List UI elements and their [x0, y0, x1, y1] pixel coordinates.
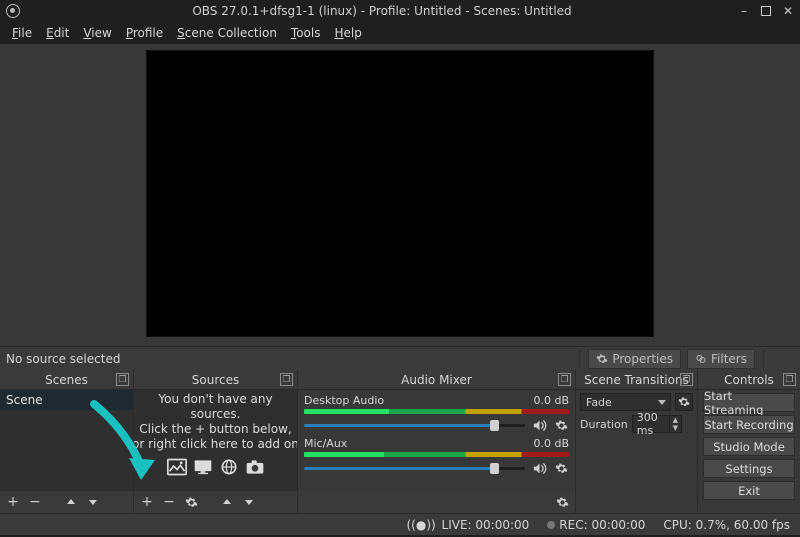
- duration-label: Duration: [580, 418, 628, 431]
- menubar: File Edit View Profile Scene Collection …: [0, 22, 800, 44]
- status-rec: REC: 00:00:00: [547, 518, 645, 532]
- level-meter: [304, 409, 569, 414]
- gear-icon: [596, 353, 608, 365]
- duration-down-button[interactable]: ▼: [670, 424, 681, 432]
- statusbar: ((●)) LIVE: 00:00:00 REC: 00:00:00 CPU: …: [0, 513, 800, 535]
- sources-title: Sources: [192, 373, 239, 387]
- menu-scene-collection[interactable]: Scene Collection: [173, 24, 281, 42]
- sources-panel: Sources ❐ You don't have any sources. Cl…: [134, 370, 298, 513]
- menu-profile[interactable]: Profile: [122, 24, 167, 42]
- titlebar: OBS 27.0.1+dfsg1-1 (linux) - Profile: Un…: [0, 0, 800, 22]
- menu-file[interactable]: File: [8, 24, 36, 42]
- scene-move-up-button[interactable]: [62, 493, 80, 511]
- exit-button[interactable]: Exit: [703, 481, 795, 500]
- source-settings-button[interactable]: [182, 493, 200, 511]
- controls-popout-icon[interactable]: ❐: [783, 373, 796, 386]
- sources-popout-icon[interactable]: ❐: [280, 373, 293, 386]
- filters-icon: [695, 353, 707, 365]
- start-recording-button[interactable]: Start Recording: [703, 415, 795, 434]
- source-status-label: No source selected: [6, 352, 128, 366]
- record-dot-icon: [547, 521, 555, 529]
- menu-help[interactable]: Help: [331, 24, 366, 42]
- scenes-panel: Scenes ❐ Scene + −: [0, 370, 134, 513]
- channel-db: 0.0 dB: [533, 394, 569, 407]
- scene-remove-button[interactable]: −: [26, 493, 44, 511]
- status-live: ((●)) LIVE: 00:00:00: [406, 518, 529, 532]
- image-source-icon: [167, 458, 187, 476]
- scene-move-down-button[interactable]: [84, 493, 102, 511]
- scene-transitions-panel: Scene Transitions ❐ Fade Duration 300 ms…: [576, 370, 698, 513]
- close-button[interactable]: ✕: [782, 5, 794, 17]
- mixer-channel: Mic/Aux 0.0 dB: [304, 437, 569, 476]
- scenes-list[interactable]: Scene: [0, 390, 133, 491]
- panels-row: Scenes ❐ Scene + − Sources ❐ You don't h…: [0, 370, 800, 513]
- source-toolbar: No source selected Properties Filters: [0, 346, 800, 370]
- source-move-down-button[interactable]: [240, 493, 258, 511]
- globe-source-icon: [219, 458, 239, 476]
- audio-mixer-panel: Audio Mixer ❐ Desktop Audio0.0 dBMic/Aux…: [298, 370, 576, 513]
- level-meter: [304, 452, 569, 457]
- scene-add-button[interactable]: +: [4, 493, 22, 511]
- menu-view[interactable]: View: [79, 24, 115, 42]
- volume-slider[interactable]: [304, 418, 525, 432]
- studio-mode-button[interactable]: Studio Mode: [703, 437, 795, 456]
- transition-select[interactable]: Fade: [580, 393, 671, 411]
- minimize-button[interactable]: –: [738, 5, 750, 17]
- volume-slider[interactable]: [304, 461, 525, 475]
- mixer-channel: Desktop Audio 0.0 dB: [304, 394, 569, 433]
- settings-button[interactable]: Settings: [703, 459, 795, 478]
- scene-transitions-popout-icon[interactable]: ❐: [680, 373, 693, 386]
- duration-up-button[interactable]: ▲: [670, 416, 681, 424]
- network-icon: ((●)): [406, 518, 435, 532]
- source-move-up-button[interactable]: [218, 493, 236, 511]
- mixer-settings-button[interactable]: [553, 493, 571, 511]
- camera-source-icon: [245, 458, 265, 476]
- scene-transitions-title: Scene Transitions: [584, 373, 689, 387]
- scene-item[interactable]: Scene: [0, 390, 133, 411]
- display-source-icon: [193, 458, 213, 476]
- speaker-icon[interactable]: [531, 460, 547, 476]
- start-streaming-button[interactable]: Start Streaming: [703, 393, 795, 412]
- audio-mixer-popout-icon[interactable]: ❐: [558, 373, 571, 386]
- source-add-button[interactable]: +: [138, 493, 156, 511]
- speaker-icon[interactable]: [531, 417, 547, 433]
- channel-settings-button[interactable]: [553, 460, 569, 476]
- audio-mixer-title: Audio Mixer: [401, 373, 472, 387]
- properties-button-label: Properties: [612, 352, 673, 366]
- properties-button[interactable]: Properties: [588, 349, 681, 369]
- sources-list[interactable]: You don't have any sources. Click the + …: [134, 390, 297, 491]
- controls-title: Controls: [724, 373, 774, 387]
- menu-edit[interactable]: Edit: [42, 24, 73, 42]
- transition-settings-button[interactable]: [675, 393, 693, 411]
- controls-panel: Controls ❐ Start Streaming Start Recordin…: [698, 370, 800, 513]
- channel-name: Desktop Audio: [304, 394, 384, 407]
- scenes-title: Scenes: [45, 373, 88, 387]
- channel-settings-button[interactable]: [553, 417, 569, 433]
- channel-db: 0.0 dB: [533, 437, 569, 450]
- transition-select-value: Fade: [586, 396, 612, 409]
- obs-logo-icon: [6, 4, 20, 18]
- source-remove-button[interactable]: −: [160, 493, 178, 511]
- sources-hint: You don't have any sources. Click the + …: [134, 390, 297, 452]
- status-cpu: CPU: 0.7%, 60.00 fps: [663, 518, 790, 532]
- window-title: OBS 27.0.1+dfsg1-1 (linux) - Profile: Un…: [26, 4, 738, 18]
- preview-canvas[interactable]: [146, 50, 654, 337]
- duration-input[interactable]: 300 ms ▲▼: [632, 415, 682, 433]
- scenes-popout-icon[interactable]: ❐: [116, 373, 129, 386]
- channel-name: Mic/Aux: [304, 437, 347, 450]
- maximize-button[interactable]: [760, 5, 772, 17]
- filters-button-label: Filters: [711, 352, 747, 366]
- main-area: [0, 44, 800, 346]
- menu-tools[interactable]: Tools: [287, 24, 325, 42]
- filters-button[interactable]: Filters: [687, 349, 755, 369]
